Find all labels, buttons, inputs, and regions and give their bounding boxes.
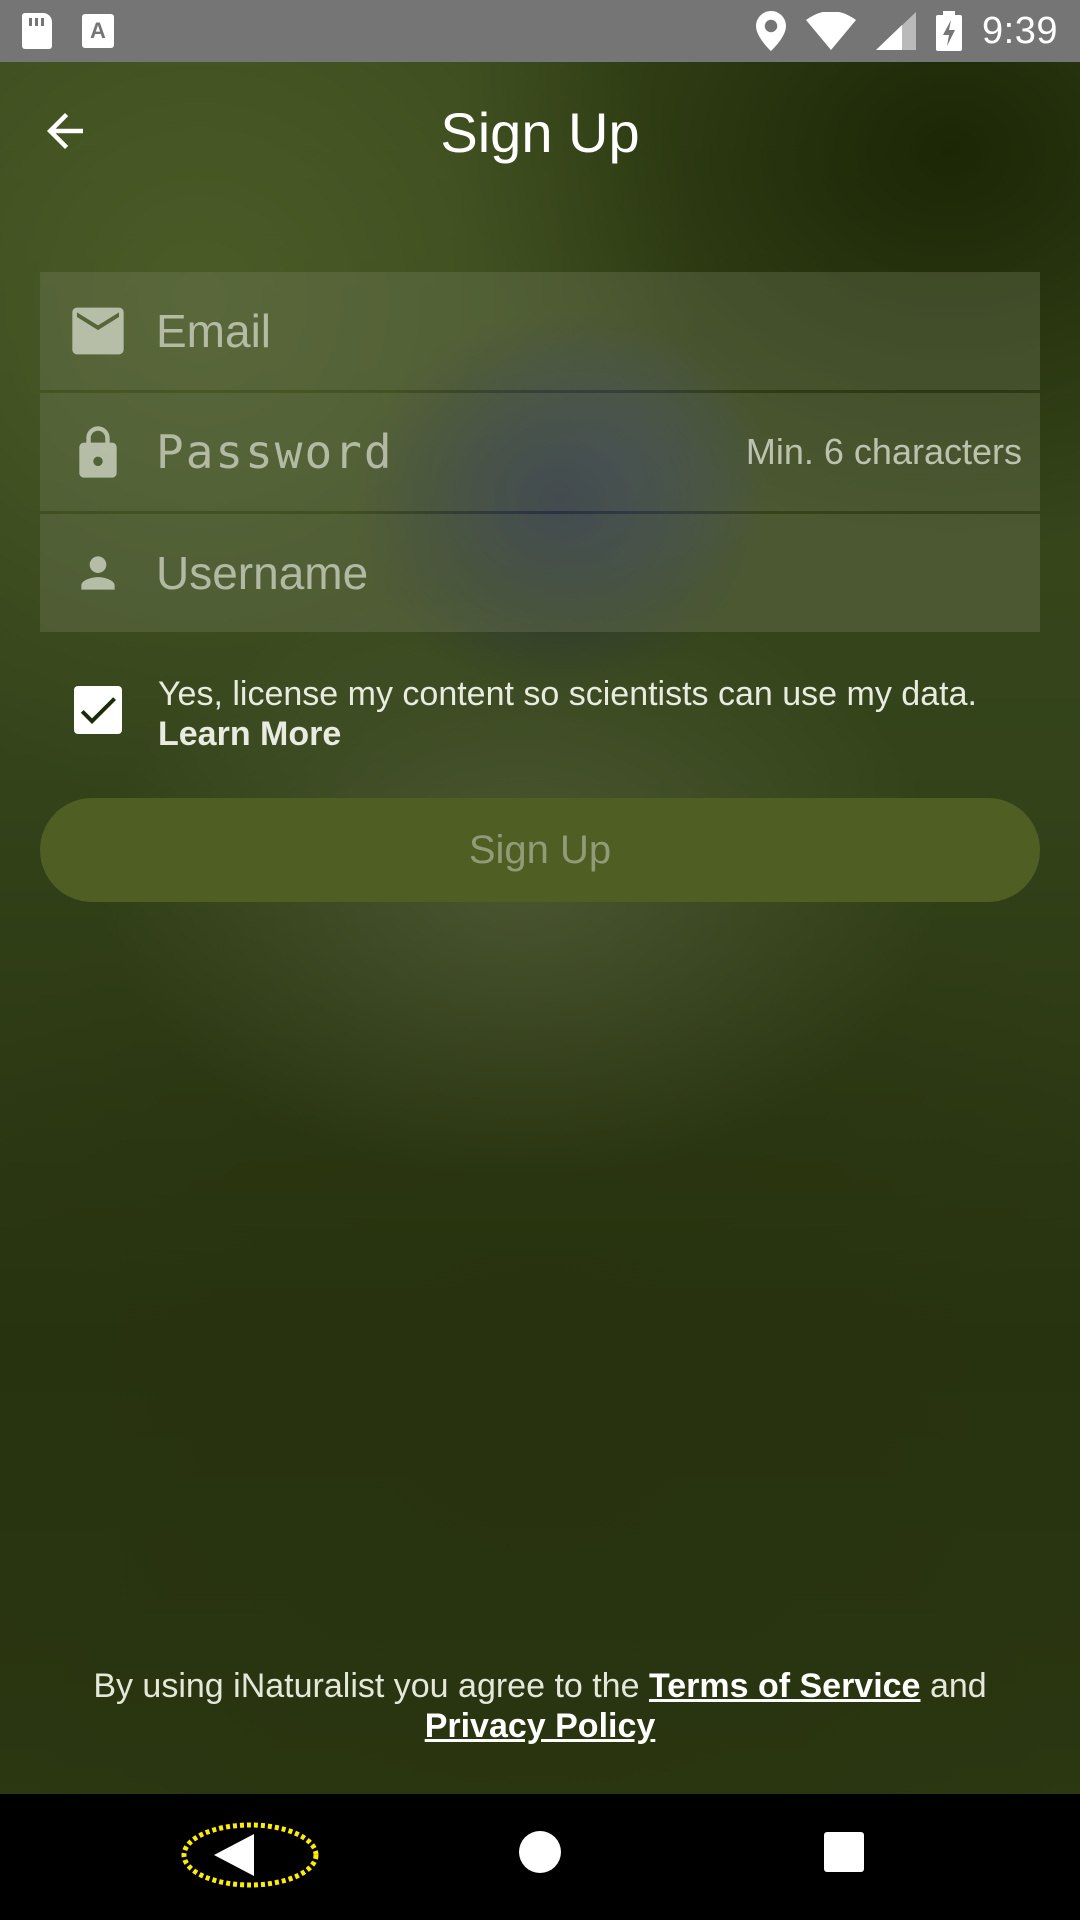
password-hint: Min. 6 characters	[745, 431, 1022, 472]
status-bar: A 9:39	[0, 0, 1080, 62]
app-bar: Sign Up	[0, 62, 1080, 198]
battery-charging-icon	[936, 11, 963, 51]
checkmark-icon	[80, 697, 116, 724]
wifi-icon	[806, 12, 857, 50]
navigation-bar	[0, 1794, 1080, 1920]
email-field[interactable]	[40, 272, 1040, 390]
location-icon	[756, 11, 787, 51]
terms-conjunction: and	[929, 1667, 987, 1705]
mail-icon	[70, 303, 126, 359]
sd-card-icon	[22, 13, 52, 49]
license-checkbox[interactable]	[74, 686, 122, 734]
lock-icon	[70, 424, 126, 480]
username-input[interactable]	[156, 514, 1020, 632]
signal-icon	[876, 12, 917, 50]
nav-back-icon[interactable]	[180, 1820, 320, 1890]
password-field[interactable]: Min. 6 characters	[40, 393, 1040, 511]
person-icon	[70, 545, 126, 601]
status-time: 9:39	[982, 9, 1058, 52]
terms-prefix: By using iNaturalist you agree to the	[93, 1667, 640, 1705]
privacy-policy-link[interactable]: Privacy Policy	[425, 1707, 656, 1745]
username-field[interactable]	[40, 514, 1040, 632]
learn-more-link[interactable]: Learn More	[158, 714, 1038, 754]
terms-of-service-link[interactable]: Terms of Service	[649, 1667, 921, 1705]
terms-notice: By using iNaturalist you agree to the Te…	[30, 1666, 1050, 1746]
page-title: Sign Up	[440, 101, 640, 164]
a-notification-icon: A	[82, 14, 114, 48]
nav-recents-icon[interactable]	[824, 1832, 864, 1872]
sign-up-button[interactable]: Sign Up	[40, 798, 1040, 902]
nav-home-icon[interactable]	[519, 1831, 561, 1873]
license-label: Yes, license my content so scientists ca…	[158, 675, 977, 713]
email-input[interactable]	[156, 272, 1020, 390]
